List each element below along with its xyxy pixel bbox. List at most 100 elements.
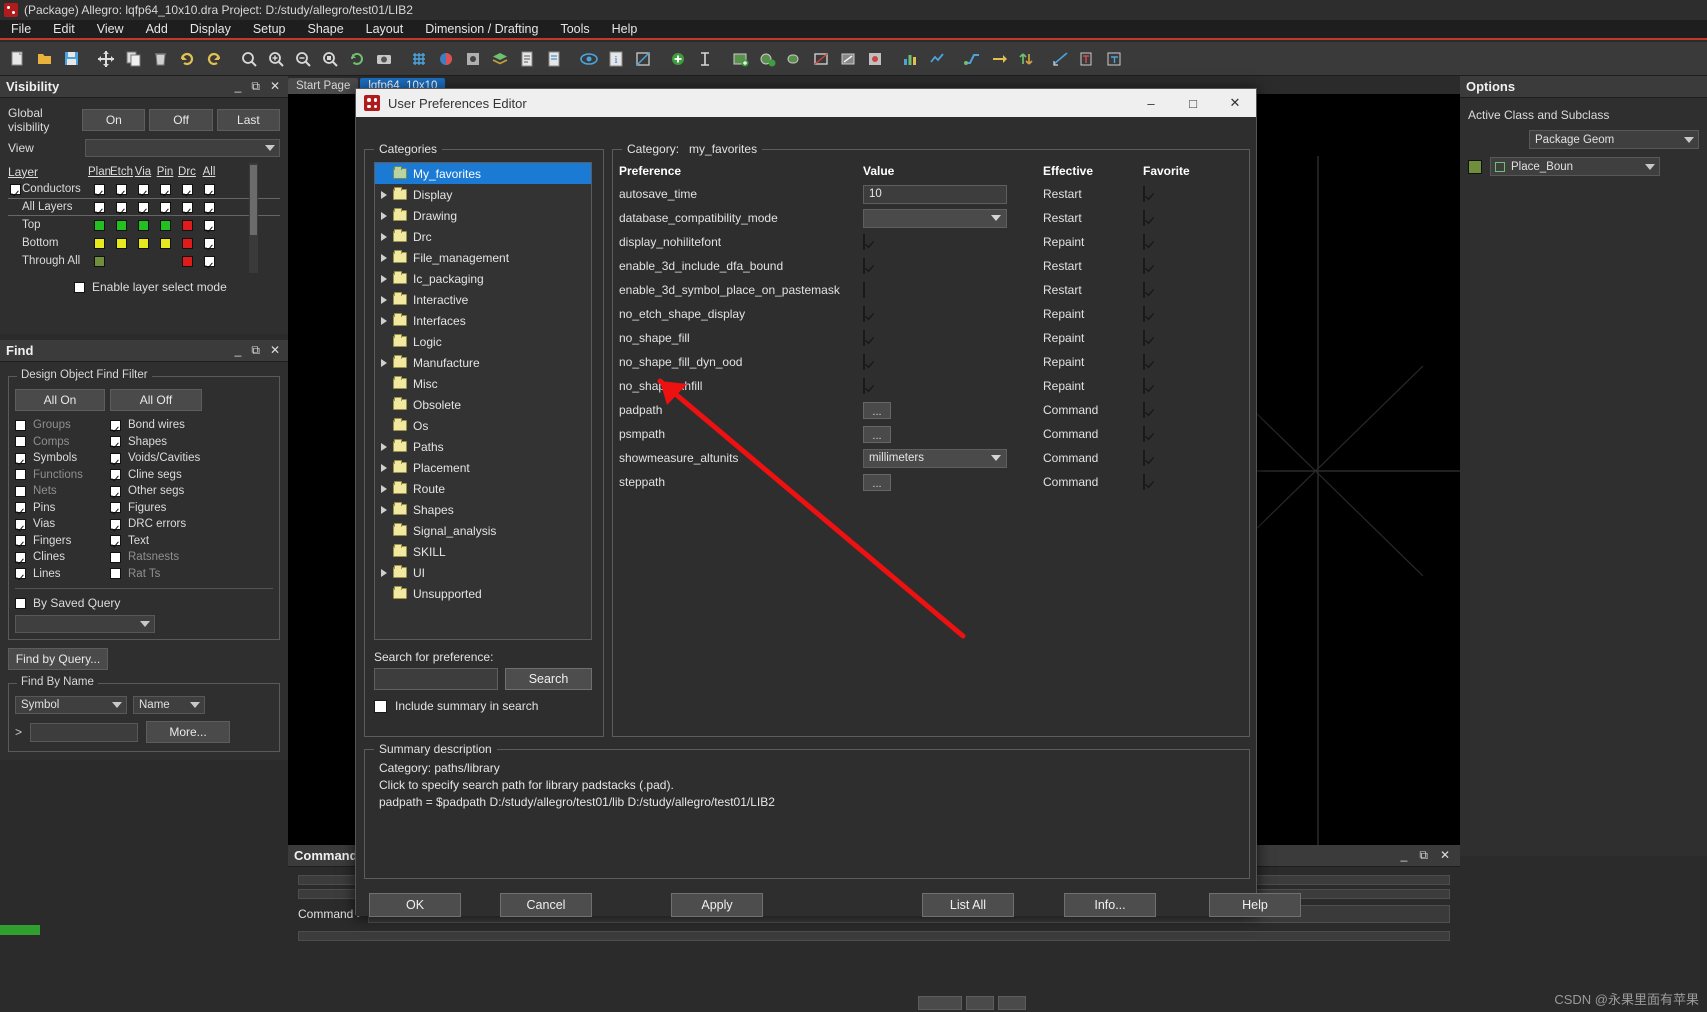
category-item-logic[interactable]: Logic xyxy=(375,331,591,352)
preference-combo[interactable] xyxy=(863,209,1007,228)
all-on-button[interactable]: All On xyxy=(15,389,105,411)
find-filter-item[interactable]: Rat Ts xyxy=(110,566,240,583)
visibility-checkbox[interactable] xyxy=(204,256,215,267)
shape-slice-icon[interactable] xyxy=(835,46,861,72)
more-button[interactable]: More... xyxy=(146,721,230,743)
preference-row[interactable]: no_shape_fillRepaint xyxy=(613,326,1249,350)
find-filter-item[interactable]: Fingers xyxy=(15,533,110,550)
category-item-skill[interactable]: SKILL xyxy=(375,541,591,562)
favorite-checkbox[interactable] xyxy=(1143,282,1145,298)
category-item-interactive[interactable]: Interactive xyxy=(375,289,591,310)
visibility-color-swatch[interactable] xyxy=(138,238,149,249)
visibility-color-swatch[interactable] xyxy=(182,256,193,267)
preference-browse-button[interactable]: ... xyxy=(863,426,891,443)
visibility-cell[interactable] xyxy=(176,184,198,195)
favorite-checkbox[interactable] xyxy=(1143,186,1145,202)
drc-icon[interactable] xyxy=(862,46,888,72)
document-tab[interactable]: Start Page xyxy=(288,78,358,94)
preference-row[interactable]: enable_3d_include_dfa_boundRestart xyxy=(613,254,1249,278)
expand-triangle-icon[interactable] xyxy=(381,254,387,262)
saved-query-combo[interactable] xyxy=(15,615,155,633)
visibility-row[interactable]: Bottom xyxy=(8,234,280,252)
find-filter-item[interactable]: Ratsnests xyxy=(110,549,240,566)
preference-checkbox[interactable] xyxy=(863,234,865,250)
enable-layer-select-checkbox[interactable] xyxy=(74,282,85,293)
preference-row[interactable]: database_compatibility_modeRestart xyxy=(613,206,1249,230)
favorite-checkbox[interactable] xyxy=(1143,450,1145,466)
visibility-checkbox[interactable] xyxy=(160,184,171,195)
visibility-cell[interactable] xyxy=(88,238,110,249)
visibility-cell[interactable] xyxy=(176,238,198,249)
visibility-cell[interactable] xyxy=(176,256,198,267)
visibility-row[interactable]: Through All xyxy=(8,252,280,270)
preference-checkbox[interactable] xyxy=(863,330,865,346)
open-file-icon[interactable] xyxy=(31,46,57,72)
camera-icon[interactable] xyxy=(371,46,397,72)
minimize-icon[interactable]: _ xyxy=(235,79,242,94)
preference-text-input[interactable]: 10 xyxy=(863,185,1007,204)
analysis-icon[interactable] xyxy=(924,46,950,72)
visibility-cell[interactable] xyxy=(88,256,110,267)
categories-tree[interactable]: My_favoritesDisplayDrawingDrcFile_manage… xyxy=(374,162,592,640)
preference-row[interactable]: padpath...Command xyxy=(613,398,1249,422)
visibility-row[interactable]: Conductors xyxy=(8,180,280,198)
visibility-cell[interactable] xyxy=(198,238,220,249)
copy-icon[interactable] xyxy=(120,46,146,72)
visibility-checkbox[interactable] xyxy=(204,184,215,195)
find-filter-item[interactable]: Functions xyxy=(15,467,110,484)
visibility-cell[interactable] xyxy=(132,202,154,213)
visibility-checkbox[interactable] xyxy=(94,202,105,213)
all-off-button[interactable]: All Off xyxy=(110,389,202,411)
add-text-icon[interactable] xyxy=(1075,46,1101,72)
expand-triangle-icon[interactable] xyxy=(381,485,387,493)
find-filter-item[interactable]: Other segs xyxy=(110,483,240,500)
find-filter-checkbox[interactable] xyxy=(110,535,121,546)
visibility-cell[interactable] xyxy=(132,238,154,249)
zoom-region-icon[interactable] xyxy=(317,46,343,72)
find-filter-item[interactable]: Clines xyxy=(15,549,110,566)
find-filter-item[interactable]: Nets xyxy=(15,483,110,500)
favorite-checkbox[interactable] xyxy=(1143,354,1145,370)
find-filter-checkbox[interactable] xyxy=(15,453,26,464)
apply-button[interactable]: Apply xyxy=(671,893,763,917)
restore-icon[interactable]: ⧉ xyxy=(251,343,260,358)
swap-icon[interactable] xyxy=(1013,46,1039,72)
by-saved-query-checkbox[interactable] xyxy=(15,598,26,609)
visibility-cell[interactable] xyxy=(154,220,176,231)
find-filter-item[interactable]: Vias xyxy=(15,516,110,533)
menu-item-tools[interactable]: Tools xyxy=(549,20,600,38)
preference-row[interactable]: steppath...Command xyxy=(613,470,1249,494)
close-icon[interactable]: ✕ xyxy=(270,343,280,358)
save-icon[interactable] xyxy=(58,46,84,72)
find-filter-item[interactable]: DRC errors xyxy=(110,516,240,533)
visibility-cell[interactable] xyxy=(154,202,176,213)
find-filter-item[interactable]: Groups xyxy=(15,417,110,434)
menu-item-view[interactable]: View xyxy=(86,20,135,38)
visibility-checkbox[interactable] xyxy=(116,202,127,213)
visibility-color-swatch[interactable] xyxy=(182,220,193,231)
restore-icon[interactable]: ⧉ xyxy=(251,79,260,94)
preference-combo[interactable]: millimeters xyxy=(863,449,1007,468)
find-filter-item[interactable]: Shapes xyxy=(110,434,240,451)
eye-icon[interactable] xyxy=(576,46,602,72)
visibility-cell[interactable] xyxy=(198,220,220,231)
find-filter-checkbox[interactable] xyxy=(110,519,121,530)
info-button[interactable]: Info... xyxy=(1064,893,1156,917)
slide-icon[interactable] xyxy=(986,46,1012,72)
find-filter-checkbox[interactable] xyxy=(15,568,26,579)
global-visibility-last-button[interactable]: Last xyxy=(217,109,280,131)
find-filter-checkbox[interactable] xyxy=(110,568,121,579)
preference-row[interactable]: showmeasure_altunitsmillimetersCommand xyxy=(613,446,1249,470)
category-item-ic-packaging[interactable]: Ic_packaging xyxy=(375,268,591,289)
visibility-checkbox[interactable] xyxy=(116,184,127,195)
text-tool-icon[interactable] xyxy=(692,46,718,72)
cancel-button[interactable]: Cancel xyxy=(500,893,592,917)
category-item-display[interactable]: Display xyxy=(375,184,591,205)
visibility-cell[interactable] xyxy=(110,184,132,195)
find-filter-item[interactable]: Cline segs xyxy=(110,467,240,484)
add-rect-icon[interactable] xyxy=(781,46,807,72)
dialog-close-button[interactable]: ✕ xyxy=(1214,89,1256,117)
visibility-color-swatch[interactable] xyxy=(182,238,193,249)
visibility-checkbox[interactable] xyxy=(138,184,149,195)
find-filter-checkbox[interactable] xyxy=(110,486,121,497)
